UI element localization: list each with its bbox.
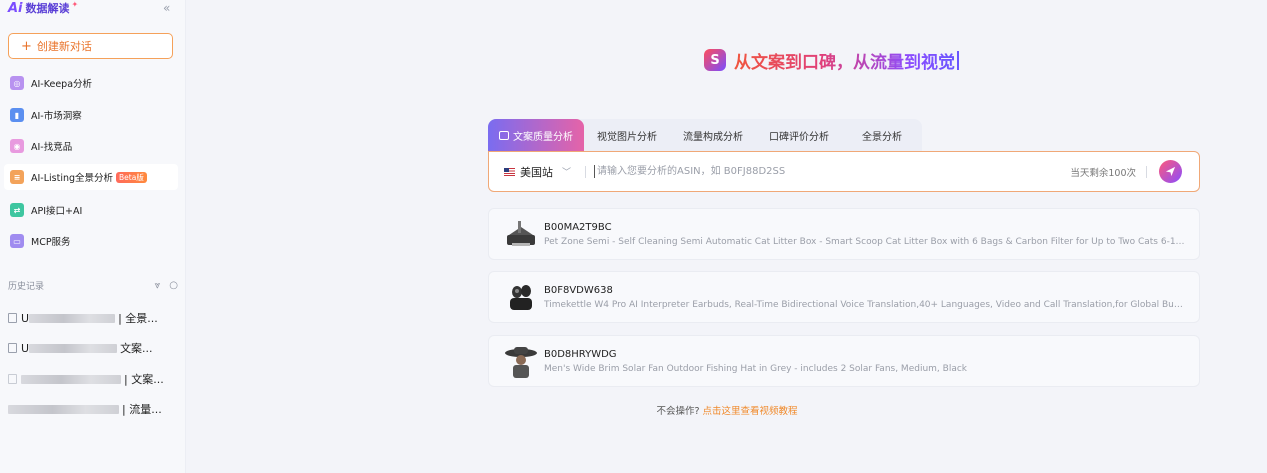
history-item-suffix: | 流量... xyxy=(122,403,162,416)
mcp-icon: ▭ xyxy=(10,234,24,248)
logo-mark: Ai xyxy=(8,0,23,16)
history-item[interactable]: | 文案... xyxy=(8,370,178,388)
redacted-text xyxy=(21,374,121,384)
history-header: 历史记录 ⩔ ○ xyxy=(8,278,178,292)
product-suggestion[interactable]: B0D8HRYWDG Men's Wide Brim Solar Fan Out… xyxy=(488,335,1200,387)
site-select[interactable]: 美国站 ﹀ xyxy=(489,164,585,180)
redacted-text xyxy=(8,404,119,414)
product-suggestion[interactable]: B00MA2T9BC Pet Zone Semi - Self Cleaning… xyxy=(488,208,1200,260)
tab-label: 口碑评价分析 xyxy=(769,131,829,143)
app-logo[interactable]: Ai 数据解读 ✦ xyxy=(8,0,78,16)
keepa-icon: ◎ xyxy=(10,76,24,90)
beta-badge: Beta版 xyxy=(116,171,147,183)
filter-icon[interactable]: ⩔ xyxy=(155,280,161,291)
logo-text: 数据解读 xyxy=(25,2,70,15)
hero-heading: S 从文案到口碑，从流量到视觉 xyxy=(704,46,959,74)
fan-hat-image xyxy=(505,347,537,378)
new-chat-button[interactable]: + 创建新对话 xyxy=(8,33,173,59)
document-icon xyxy=(499,130,509,140)
tab-label: 视觉图片分析 xyxy=(597,131,657,143)
product-asin: B00MA2T9BC xyxy=(544,221,612,233)
sidebar-item-label: AI-Listing全景分析 xyxy=(31,173,114,184)
redacted-text xyxy=(29,313,116,323)
litter-box-image xyxy=(507,221,535,246)
history-item[interactable]: U 文案... xyxy=(8,339,178,357)
product-title: Pet Zone Semi - Self Cleaning Semi Autom… xyxy=(544,236,1185,247)
sidebar-item-mcp[interactable]: ▭ MCP服务 xyxy=(4,228,178,254)
sidebar-item-keepa[interactable]: ◎ AI-Keepa分析 xyxy=(4,70,178,96)
product-asin: B0F8VDW638 xyxy=(544,284,613,296)
history-item-suffix: | 全景... xyxy=(118,312,158,325)
search-icon[interactable]: ○ xyxy=(169,280,178,291)
site-label: 美国站 xyxy=(520,165,553,179)
quota-text: 当天剩余100次 xyxy=(1070,167,1136,179)
tab-visual[interactable]: 视觉图片分析 xyxy=(584,119,670,151)
sidebar-item-label: AI-市场洞察 xyxy=(31,111,82,122)
earbuds-image xyxy=(510,285,532,310)
bar-chart-icon: ▮ xyxy=(10,108,24,122)
sidebar-item-competitor[interactable]: ◉ AI-找竞品 xyxy=(4,133,178,159)
history-item[interactable]: U | 全景... xyxy=(8,309,178,327)
search-bar: 美国站 ﹀ 当天剩余100次 xyxy=(488,151,1200,192)
tab-label: 流量构成分析 xyxy=(683,131,743,143)
competitor-icon: ◉ xyxy=(10,139,24,153)
history-item-suffix: | 文案... xyxy=(124,373,164,386)
sidebar-item-label: API接口+AI xyxy=(31,206,83,217)
history-title: 历史记录 xyxy=(8,281,45,292)
divider xyxy=(585,165,586,178)
help-text: 不会操作? xyxy=(656,406,700,417)
tab-label: 文案质量分析 xyxy=(513,131,573,143)
sidebar-item-api[interactable]: ⇄ API接口+AI xyxy=(4,197,178,223)
api-icon: ⇄ xyxy=(10,203,24,217)
sidebar-item-label: AI-找竞品 xyxy=(31,142,73,153)
plus-icon: + xyxy=(21,38,32,54)
redacted-text xyxy=(29,343,118,353)
analysis-tabs: 文案质量分析 视觉图片分析 流量构成分析 口碑评价分析 全景分析 xyxy=(488,119,922,151)
send-icon xyxy=(1165,166,1176,177)
help-line: 不会操作? 点击这里查看视频教程 xyxy=(187,403,1267,417)
sparkle-icon: ✦ xyxy=(71,0,79,9)
listing-icon: ≡ xyxy=(10,170,24,184)
tab-copy-quality[interactable]: 文案质量分析 xyxy=(488,119,584,151)
sidebar-item-label: MCP服务 xyxy=(31,237,71,248)
us-flag-icon xyxy=(504,167,515,176)
asin-input[interactable] xyxy=(594,165,1071,178)
tab-label: 全景分析 xyxy=(862,131,902,143)
product-title: Men's Wide Brim Solar Fan Outdoor Fishin… xyxy=(544,363,967,374)
product-suggestion[interactable]: B0F8VDW638 Timekettle W4 Pro AI Interpre… xyxy=(488,271,1200,323)
history-item-prefix: U xyxy=(21,341,30,355)
document-icon xyxy=(8,374,17,384)
divider xyxy=(1146,165,1147,178)
typing-caret xyxy=(957,50,959,70)
sidebar: Ai 数据解读 ✦ « + 创建新对话 ◎ AI-Keepa分析 ▮ AI-市场… xyxy=(0,0,186,473)
history-item-prefix: U xyxy=(21,311,30,325)
brand-logo-icon: S xyxy=(704,49,726,71)
send-button[interactable] xyxy=(1159,160,1182,183)
collapse-sidebar-icon[interactable]: « xyxy=(163,1,170,15)
document-icon xyxy=(8,313,17,323)
history-item[interactable]: | 流量... xyxy=(8,400,178,418)
new-chat-label: 创建新对话 xyxy=(36,40,92,53)
sidebar-item-listing[interactable]: ≡ AI-Listing全景分析 Beta版 xyxy=(4,164,178,190)
sidebar-item-market[interactable]: ▮ AI-市场洞察 xyxy=(4,102,178,128)
hero-text: 从文案到口碑，从流量到视觉 xyxy=(734,48,955,73)
tab-panorama[interactable]: 全景分析 xyxy=(842,119,922,151)
document-icon xyxy=(8,343,17,353)
tab-traffic[interactable]: 流量构成分析 xyxy=(670,119,756,151)
video-tutorial-link[interactable]: 点击这里查看视频教程 xyxy=(703,406,798,417)
history-item-suffix: 文案... xyxy=(120,342,153,355)
tab-reviews[interactable]: 口碑评价分析 xyxy=(756,119,842,151)
product-asin: B0D8HRYWDG xyxy=(544,348,617,360)
chevron-down-icon: ﹀ xyxy=(562,168,572,178)
main-panel: S 从文案到口碑，从流量到视觉 文案质量分析 视觉图片分析 流量构成分析 口碑评… xyxy=(187,0,1267,473)
product-title: Timekettle W4 Pro AI Interpreter Earbuds… xyxy=(544,299,1185,310)
sidebar-item-label: AI-Keepa分析 xyxy=(31,79,93,90)
